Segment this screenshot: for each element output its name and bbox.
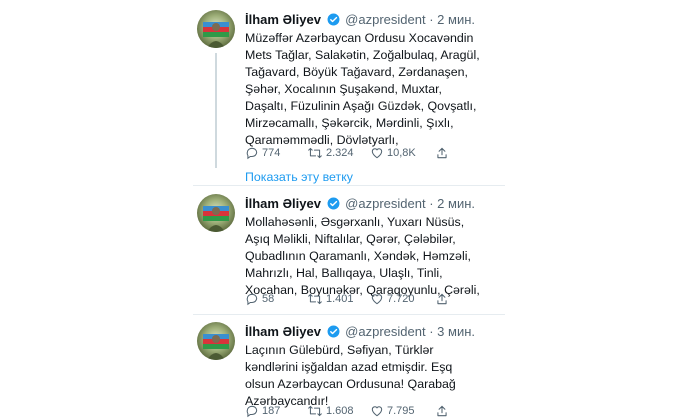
like-button[interactable]: 10,8K [370,146,416,160]
heart-icon [371,148,383,159]
reply-button[interactable]: 774 [245,146,280,160]
like-count: 10,8K [387,147,416,159]
tweet-text: Mollahəsənli, Əsgərxanlı, Yuxarı Nüsüs, … [245,214,500,299]
heart-icon [371,294,383,305]
show-thread-link[interactable]: Показать эту ветку [245,170,353,184]
author-handle[interactable]: @azpresident [345,196,425,211]
share-button[interactable] [435,404,449,418]
author-name[interactable]: İlham Əliyev [245,196,321,211]
tweet-header: İlham Əliyev @azpresident · 2 мин. [245,196,500,212]
like-count: 7.795 [387,405,415,417]
heart-icon [371,406,383,417]
share-icon [437,293,447,305]
tweet-2[interactable]: İlham Əliyev @azpresident · 2 мин. Molla… [193,190,505,310]
reply-count: 58 [262,293,275,305]
avatar[interactable] [197,10,235,48]
retweet-icon [308,405,322,417]
tweet-line: Daşaltı, Füzulinin Aşağı Güzdək, Qovşatl… [245,99,477,113]
timestamp[interactable]: 2 мин. [437,196,475,211]
retweet-count: 1.401 [326,293,354,305]
tweet-line: Mahrızlı, Hal, Ballıqaya, Ulaşlı, Tinli, [245,266,443,280]
verified-badge-icon [327,13,340,29]
reply-count: 187 [262,405,281,417]
timeline: İlham Əliyev @azpresident · 2 мин. Müzəf… [193,0,505,420]
tweet-line: kəndlərini işğaldan azad etmişdir. Eşq [245,360,453,374]
author-name[interactable]: İlham Əliyev [245,12,321,27]
share-icon [437,405,447,417]
share-button[interactable] [435,292,449,306]
tweet-header: İlham Əliyev @azpresident · 2 мин. [245,12,500,28]
like-count: 7.720 [387,293,415,305]
tweet-line: Şəhər, Xocalının Şuşakənd, Muxtar, [245,82,442,96]
tweet-line: Müzəffər Azərbaycan Ordusu Xocavəndin [245,31,474,45]
tweet-1[interactable]: İlham Əliyev @azpresident · 2 мин. Müzəf… [193,6,505,168]
separator: · [429,196,434,211]
author-handle[interactable]: @azpresident [345,12,425,27]
share-icon [437,147,447,159]
share-button[interactable] [435,146,449,160]
tweet-line: Mets Tağlar, Salakətin, Zoğalbulaq, Arag… [245,48,480,62]
tweet-actions: 187 1.608 7.795 [245,404,495,420]
tweet-actions: 774 2.324 10,8K [245,146,495,162]
tweet-line: olsun Azərbaycan Ordusuna! Qarabağ [245,377,456,391]
author-handle[interactable]: @azpresident [345,324,425,339]
tweet-text: Laçının Gülebürd, Səfiyan, Türklər kəndl… [245,342,500,410]
thread-connector [215,53,217,168]
tweet-header: İlham Əliyev @azpresident · 3 мин. [245,324,500,340]
tweet-line: Mollahəsənli, Əsgərxanlı, Yuxarı Nüsüs, [245,215,465,229]
tweet-line: Laçının Gülebürd, Səfiyan, Türklər [245,343,434,357]
retweet-count: 2.324 [326,147,354,159]
author-name[interactable]: İlham Əliyev [245,324,321,339]
verified-badge-icon [327,197,340,213]
tweet-line: Mirzəcamallı, Şəkərcik, Mərdinli, Şıxlı, [245,116,454,130]
verified-badge-icon [327,325,340,341]
timestamp[interactable]: 3 мин. [437,324,475,339]
retweet-count: 1.608 [326,405,354,417]
tweet-line: Aşıq Məlikli, Niftalılar, Qərər, Çələbil… [245,232,456,246]
retweet-icon [308,293,322,305]
tweet-3[interactable]: İlham Əliyev @azpresident · 3 мин. Laçın… [193,318,505,420]
avatar[interactable] [197,322,235,360]
retweet-button[interactable]: 1.608 [307,404,354,418]
retweet-button[interactable]: 2.324 [307,146,354,160]
reply-icon [246,405,258,418]
reply-icon [246,147,258,160]
retweet-icon [308,147,322,159]
like-button[interactable]: 7.720 [370,292,415,306]
reply-count: 774 [262,147,281,159]
avatar[interactable] [197,194,235,232]
reply-button[interactable]: 187 [245,404,280,418]
divider [193,314,505,315]
like-button[interactable]: 7.795 [370,404,415,418]
reply-button[interactable]: 58 [245,292,274,306]
tweet-line: Qubadlının Qaramanlı, Xəndək, Həmzəli, [245,249,471,263]
tweet-actions: 58 1.401 7.720 [245,292,495,308]
tweet-text: Müzəffər Azərbaycan Ordusu Xocavəndin Me… [245,30,500,149]
divider [193,185,505,186]
tweet-line: Tağavard, Böyük Tağavard, Zərdanaşen, [245,65,468,79]
separator: · [429,12,434,27]
separator: · [429,324,434,339]
retweet-button[interactable]: 1.401 [307,292,354,306]
reply-icon [246,293,258,306]
timestamp[interactable]: 2 мин. [437,12,475,27]
